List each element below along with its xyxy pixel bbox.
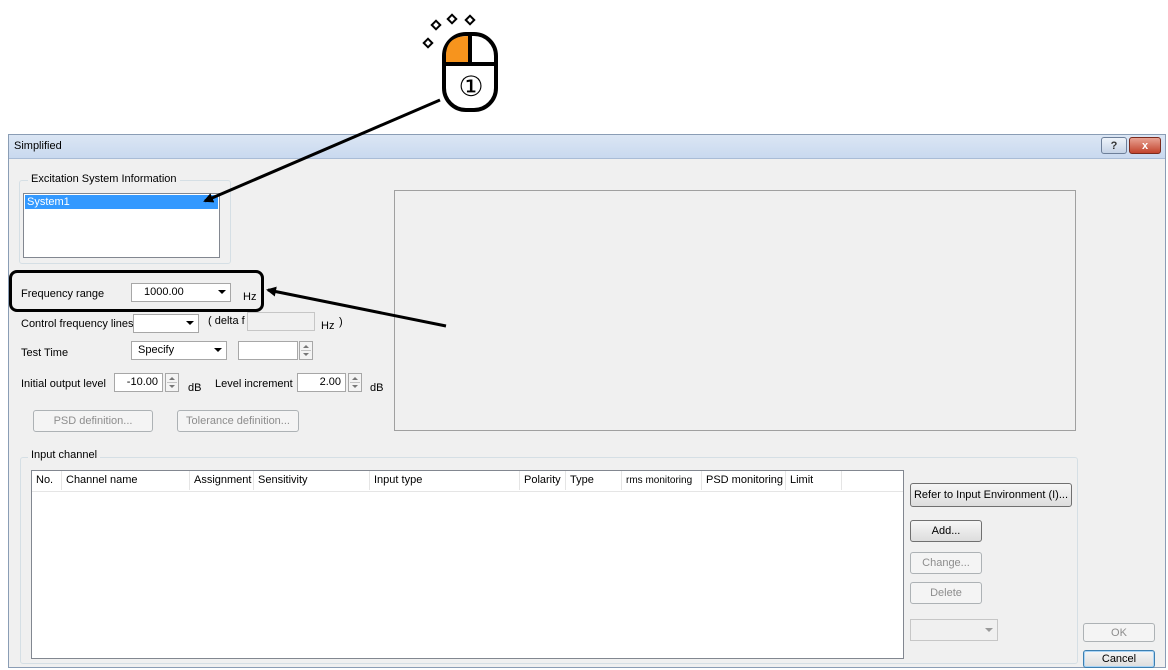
annotation-arrows — [203, 98, 447, 328]
arrow-to-frequency-range — [266, 286, 447, 328]
arrow-to-system-list — [203, 98, 441, 203]
